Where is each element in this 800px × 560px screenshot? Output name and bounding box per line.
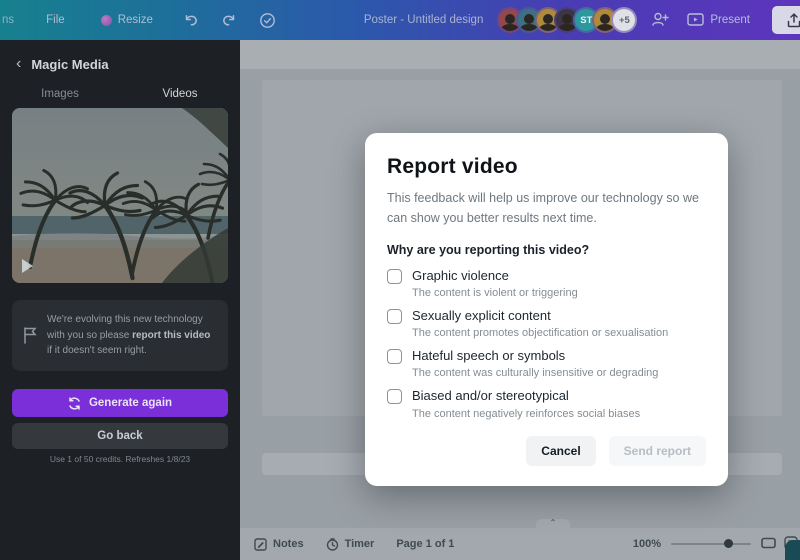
back-chevron-icon[interactable]: ‹ (16, 56, 21, 72)
export-icon (787, 12, 800, 27)
option-biased-stereotypical: Biased and/or stereotypical The content … (387, 388, 706, 420)
document-title[interactable]: Poster - Untitled design (364, 14, 484, 26)
resize-menu[interactable]: Resize (100, 14, 153, 26)
technology-notice: We're evolving this new technology with … (12, 300, 228, 371)
topbar-left-fragment: ns (2, 14, 15, 26)
share-button[interactable] (772, 6, 800, 34)
zoom-slider[interactable] (671, 539, 751, 548)
go-back-button[interactable]: Go back (12, 423, 228, 449)
undo-icon[interactable] (183, 12, 199, 28)
timer-label: Timer (344, 538, 375, 550)
bottom-status-bar: ⌃ Notes Timer Page 1 of 1 100% (240, 519, 800, 560)
redo-icon[interactable] (221, 12, 237, 28)
page-indicator: Page 1 of 1 (396, 538, 455, 550)
collaborator-avatars: ST +5 (497, 7, 638, 33)
panel-title: Magic Media (31, 56, 109, 72)
generate-again-label: Generate again (88, 397, 173, 409)
option-label[interactable]: Biased and/or stereotypical (412, 388, 640, 404)
avatar-overflow-badge[interactable]: +5 (611, 7, 638, 33)
checkbox-graphic-violence[interactable] (387, 268, 402, 284)
expand-panel-tab[interactable]: ⌃ (536, 519, 570, 528)
notes-icon (254, 537, 267, 551)
palm-beach-video-preview (12, 108, 228, 283)
checkbox-biased-stereotypical[interactable] (387, 389, 402, 405)
magic-media-panel: ‹ Magic Media Images Videos We're evolvi… (0, 40, 240, 560)
zoom-slider-thumb[interactable] (723, 539, 733, 548)
option-label[interactable]: Graphic violence (412, 268, 578, 284)
timer-button[interactable]: Timer (326, 537, 375, 551)
resize-label: Resize (117, 14, 153, 26)
checkbox-sexually-explicit[interactable] (387, 308, 402, 324)
notes-button[interactable]: Notes (254, 537, 304, 551)
report-video-dialog: Report video This feedback will help us … (365, 133, 728, 486)
notes-label: Notes (273, 538, 304, 550)
sync-status-icon (259, 12, 276, 29)
present-icon (687, 13, 705, 26)
option-graphic-violence: Graphic violence The content is violent … (387, 268, 706, 299)
checkbox-hateful-speech[interactable] (387, 349, 402, 364)
option-sublabel: The content negatively reinforces social… (412, 407, 641, 420)
add-collaborator-icon[interactable] (651, 11, 670, 30)
notice-text: We're evolving this new technology with … (47, 314, 211, 356)
cancel-button[interactable]: Cancel (526, 435, 596, 466)
regenerate-icon (69, 396, 80, 410)
send-report-button[interactable]: Send report (608, 435, 706, 466)
report-options-list: Graphic violence The content is violent … (387, 268, 706, 420)
zoom-level: 100% (632, 538, 661, 550)
option-label[interactable]: Hateful speech or symbols (412, 348, 658, 364)
dialog-title: Report video (387, 155, 518, 178)
option-label[interactable]: Sexually explicit content (412, 308, 668, 324)
top-menu-bar: ns File Resize Poster - Untitled design (0, 0, 800, 40)
option-sublabel: The content is violent or triggering (412, 286, 578, 299)
play-icon[interactable] (22, 259, 33, 273)
fullscreen-icon[interactable] (761, 537, 776, 552)
present-button[interactable]: Present (687, 13, 750, 27)
option-sexually-explicit: Sexually explicit content The content pr… (387, 308, 706, 339)
file-menu[interactable]: File (46, 14, 65, 26)
context-toolbar (240, 40, 800, 70)
timer-icon (326, 537, 338, 551)
help-button[interactable] (785, 540, 800, 560)
report-reason-question: Why are you reporting this video? (387, 242, 590, 257)
option-sublabel: The content promotes objectification or … (412, 327, 669, 339)
generate-again-button[interactable]: Generate again (12, 389, 228, 417)
generated-video-thumbnail[interactable] (12, 108, 228, 283)
option-hateful-speech: Hateful speech or symbols The content wa… (387, 348, 706, 379)
pro-crown-icon (100, 14, 112, 26)
flag-icon (24, 327, 37, 344)
present-label: Present (710, 14, 750, 26)
chevron-up-icon: ⌃ (549, 518, 557, 527)
dialog-description: This feedback will help us improve our t… (387, 191, 699, 225)
option-sublabel: The content was culturally insensitive o… (412, 367, 659, 380)
credits-note: Use 1 of 50 credits. Refreshes 1/8/23 (49, 454, 191, 464)
go-back-label: Go back (97, 430, 143, 442)
